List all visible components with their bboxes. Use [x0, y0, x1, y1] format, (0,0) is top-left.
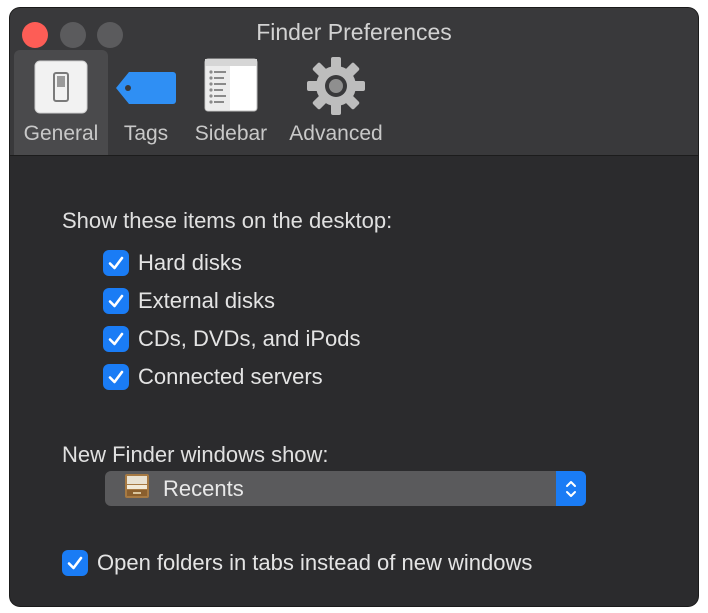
- cds-dvds-ipods-label: CDs, DVDs, and iPods: [138, 326, 361, 351]
- tab-tags-label: Tags: [123, 122, 169, 145]
- checkbox[interactable]: [103, 250, 129, 276]
- checkmark-icon: [108, 332, 124, 346]
- tab-sidebar[interactable]: Sidebar: [187, 50, 275, 155]
- tab-advanced[interactable]: Advanced: [282, 50, 390, 155]
- open-in-tabs-checkbox-row[interactable]: Open folders in tabs instead of new wind…: [62, 549, 532, 577]
- popup-stepper[interactable]: [556, 471, 586, 506]
- tab-tags[interactable]: Tags: [110, 50, 182, 155]
- window-title: Finder Preferences: [256, 19, 452, 45]
- checkmark-icon: [108, 294, 124, 308]
- tag-icon: [115, 70, 177, 112]
- checkmark-icon: [108, 370, 124, 384]
- tab-sidebar-label: Sidebar: [194, 122, 268, 145]
- new-window-value: Recents: [163, 475, 244, 501]
- tab-advanced-label: Advanced: [289, 122, 383, 145]
- general-pane: Show these items on the desktop: Hard di…: [10, 156, 698, 606]
- checkmark-icon: [108, 256, 124, 270]
- connected-servers-checkbox-row[interactable]: Connected servers: [103, 363, 323, 391]
- open-in-tabs-label: Open folders in tabs instead of new wind…: [97, 550, 533, 575]
- new-window-heading: New Finder windows show:: [62, 442, 329, 467]
- desktop-items-heading: Show these items on the desktop:: [62, 208, 393, 233]
- checkbox[interactable]: [103, 326, 129, 352]
- title-bar: Finder Preferences General Tags Sidebar …: [10, 8, 698, 156]
- new-window-popup[interactable]: Recents: [105, 471, 586, 506]
- checkbox[interactable]: [103, 288, 129, 314]
- chevron-up-down-icon: [566, 480, 576, 497]
- finder-preferences-window: Finder Preferences General Tags Sidebar …: [10, 8, 698, 606]
- sidebar-list-icon: [204, 58, 258, 118]
- checkmark-icon: [67, 556, 83, 570]
- cds-dvds-ipods-checkbox-row[interactable]: CDs, DVDs, and iPods: [103, 325, 361, 353]
- external-disks-checkbox-row[interactable]: External disks: [103, 287, 275, 315]
- tab-general-label: General: [23, 122, 99, 145]
- tab-general[interactable]: General: [14, 50, 108, 155]
- recents-drawer-icon: [123, 473, 151, 504]
- external-disks-label: External disks: [138, 288, 275, 313]
- checkbox[interactable]: [62, 550, 88, 576]
- hard-disks-label: Hard disks: [138, 250, 242, 275]
- general-switch-icon: [34, 60, 88, 120]
- connected-servers-label: Connected servers: [138, 364, 323, 389]
- hard-disks-checkbox-row[interactable]: Hard disks: [103, 249, 242, 277]
- gear-icon: [306, 56, 366, 122]
- checkbox[interactable]: [103, 364, 129, 390]
